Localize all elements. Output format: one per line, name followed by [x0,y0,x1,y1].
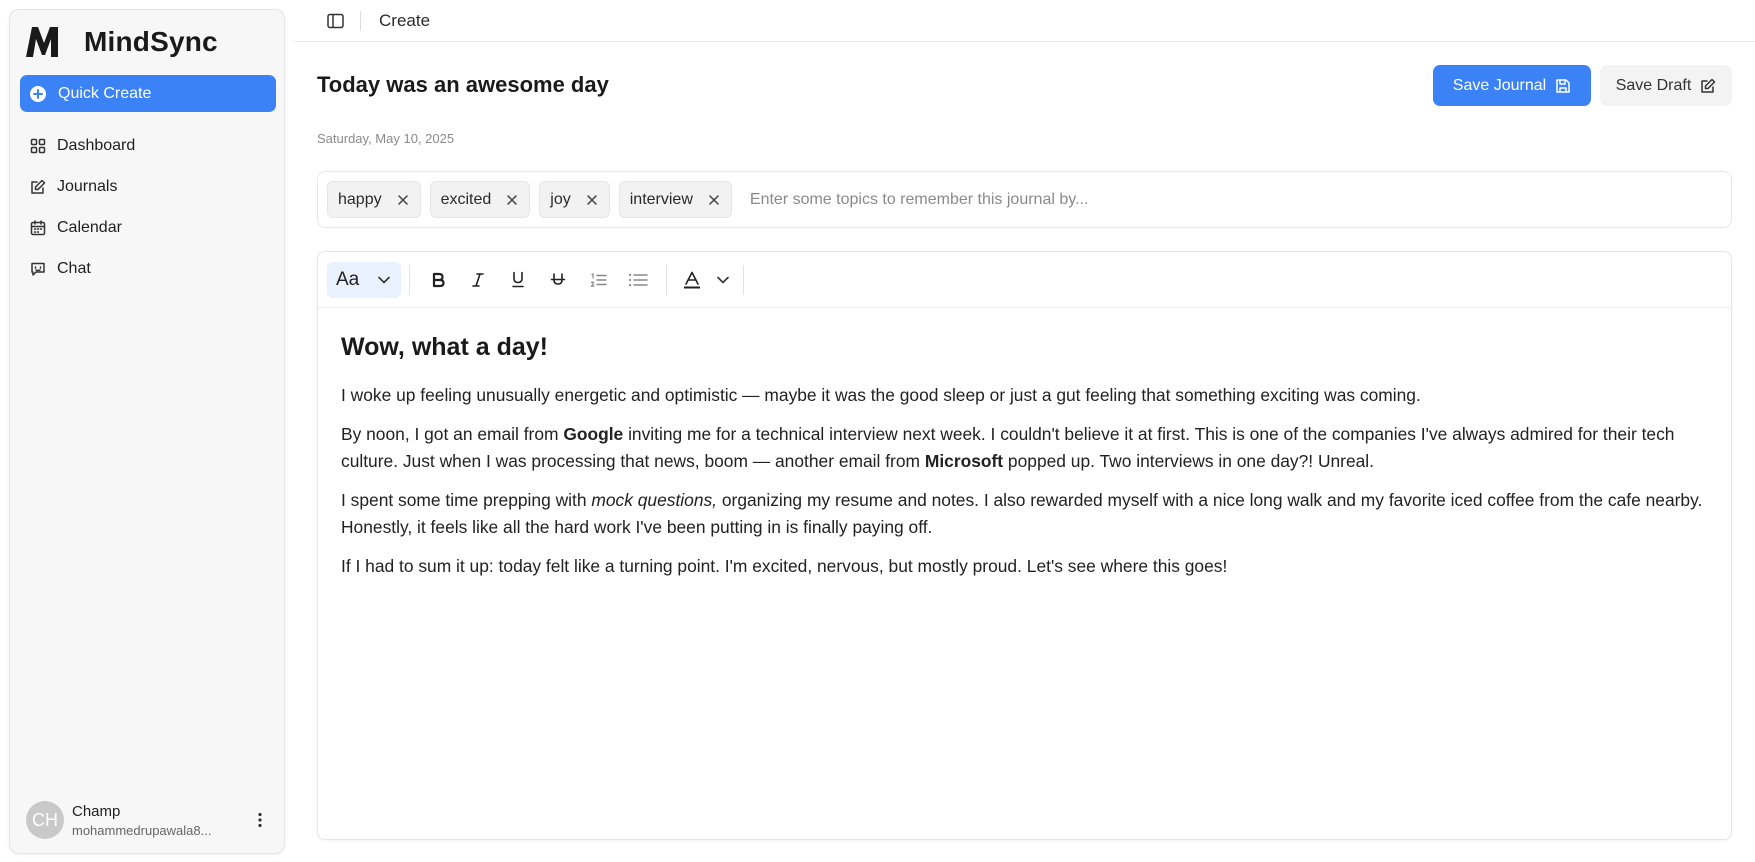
tags-input-box[interactable]: happy excited joy interview [317,171,1732,228]
chevron-down-icon [717,276,729,284]
paragraph: I woke up feeling unusually energetic an… [341,385,1421,405]
sidebar-item-label: Journals [57,177,118,195]
bold-icon [432,272,445,287]
bullet-list-icon [628,273,648,286]
bold-button[interactable] [418,262,458,298]
more-vertical-icon[interactable] [250,810,270,830]
close-icon[interactable] [505,193,519,207]
divider [360,10,361,31]
paragraph: By noon, I got an email from Google invi… [341,421,1708,475]
tag-label: joy [550,190,571,208]
sidebar-item-dashboard[interactable]: Dashboard [20,125,276,166]
edit-icon [1701,78,1716,93]
text-color-icon [684,271,700,288]
journal-title[interactable]: Today was an awesome day [317,72,609,98]
plus-circle-icon [30,85,46,102]
text-run: By noon, I got an email from [341,424,564,444]
journal-edit-icon [31,179,46,194]
sidebar-item-label: Chat [57,259,91,277]
save-journal-label: Save Journal [1452,76,1547,94]
underline-button[interactable] [498,262,538,298]
tag-label: happy [338,190,382,208]
sidebar-toggle-icon[interactable] [324,10,346,32]
close-icon[interactable] [396,193,410,207]
sidebar-nav: Dashboard Journals Calendar Chat [20,125,276,289]
bullet-list-button[interactable] [618,262,658,298]
save-draft-button[interactable]: Save Draft [1600,65,1732,106]
chevron-down-icon [378,276,390,284]
avatar: CH [26,801,64,839]
user-info: Champ mohammedrupawala8... [72,803,232,838]
sidebar: MindSync Quick Create Dashboard Journals [9,9,285,854]
user-name: Champ [72,802,121,820]
calendar-icon [30,219,46,235]
app-name: MindSync [84,26,218,57]
quick-create-label: Quick Create [58,84,152,102]
ordered-list-button[interactable] [578,262,618,298]
sidebar-item-journals[interactable]: Journals [20,166,276,207]
tags-input[interactable] [749,190,1350,209]
tag-label: interview [629,190,693,208]
italic-button[interactable] [458,262,498,298]
dashboard-icon [30,138,46,153]
underline-icon [512,271,524,288]
sidebar-item-calendar[interactable]: Calendar [20,207,276,248]
editor-content[interactable]: Wow, what a day! I woke up feeling unusu… [318,308,1731,614]
strikethrough-button[interactable] [538,262,578,298]
user-profile[interactable]: CH Champ mohammedrupawala8... [20,796,276,844]
paragraph: If I had to sum it up: today felt like a… [341,556,1228,576]
toolbar-divider [666,264,667,295]
text-color-dropdown[interactable] [675,262,735,298]
save-icon [1556,78,1570,93]
toolbar-divider [743,264,744,295]
close-icon[interactable] [585,193,599,207]
tag-chip: excited [429,181,531,218]
user-email: mohammedrupawala8... [72,822,212,838]
sidebar-item-label: Calendar [57,218,122,236]
close-icon[interactable] [707,193,721,207]
italic-icon [472,272,484,287]
tag-label: excited [440,190,492,208]
font-style-label: Aa [336,268,360,290]
bold-text: Google [563,424,624,444]
chat-icon [31,262,45,276]
save-journal-button[interactable]: Save Journal [1433,65,1591,106]
sidebar-item-label: Dashboard [57,136,136,154]
quick-create-button[interactable]: Quick Create [20,75,276,112]
sidebar-item-chat[interactable]: Chat [20,248,276,289]
tag-chip: joy [539,181,610,218]
tag-chip: interview [618,181,732,218]
content-heading: Wow, what a day! [341,333,548,361]
journal-editor: Aa Wow, what a day! I woke up feeling un… [317,251,1732,840]
topbar: Create [294,0,1755,42]
brand: MindSync [20,22,218,62]
paragraph: I spent some time prepping with mock que… [341,487,1708,541]
bold-text: Microsoft [924,451,1004,471]
save-draft-label: Save Draft [1615,76,1692,94]
italic-text: mock questions, [591,490,718,510]
ordered-list-icon [589,272,607,287]
mindsync-logo-icon [20,22,68,62]
font-style-dropdown[interactable]: Aa [327,261,401,298]
text-run: popped up. Two interviews in one day?! U… [1003,451,1375,471]
toolbar-divider [409,264,410,295]
editor-toolbar: Aa [318,252,1731,308]
strikethrough-icon [550,272,566,285]
journal-date: Saturday, May 10, 2025 [317,131,455,146]
text-run: I spent some time prepping with [341,490,592,510]
tag-chip: happy [327,181,421,218]
page-title: Create [379,10,431,30]
